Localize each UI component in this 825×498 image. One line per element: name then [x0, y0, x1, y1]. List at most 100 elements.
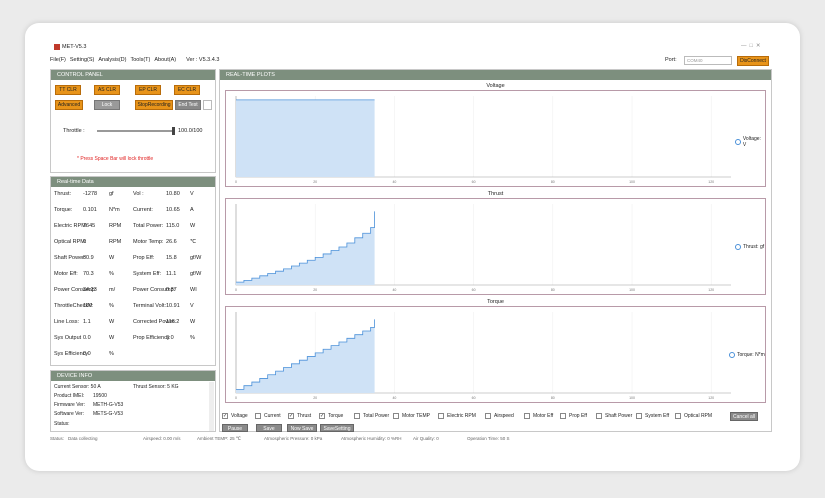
rt-cell: Motor Temp: [133, 239, 164, 245]
firmware-label: Firmware Ver: [54, 402, 86, 408]
x-tick-label: 20 [313, 288, 317, 292]
throttle-slider-knob[interactable] [172, 127, 175, 135]
rt-cell: Thrust: [54, 191, 72, 197]
x-tick-label: 60 [472, 288, 476, 292]
chart-title: Voltage [486, 83, 505, 89]
cancel-all-button[interactable]: Cancel all [730, 412, 758, 421]
ec-clr-button[interactable]: EC CLR [174, 85, 200, 95]
advanced-button[interactable]: Advanced [55, 100, 83, 110]
x-tick-label: 60 [472, 396, 476, 400]
x-tick-label: 0 [235, 396, 237, 400]
rt-cell: % [109, 271, 114, 277]
checkbox-icon[interactable]: ✓ [222, 413, 228, 419]
rt-cell: gf/W [190, 255, 202, 261]
checkbox-icon[interactable] [596, 413, 602, 419]
rt-cell: 26.6 [166, 239, 177, 245]
window-controls[interactable]: — □ ✕ [741, 43, 761, 49]
pause-button[interactable]: Pause [222, 424, 248, 432]
checkbox-label: Voltage [231, 413, 248, 419]
device-info-panel: DEVICE INFO Current Sensor: 50 A Thrust … [50, 370, 216, 432]
status-bar: Status: Data collecting Airspeed: 0.00 m… [46, 435, 776, 443]
x-tick-label: 80 [551, 396, 555, 400]
x-tick-label: 120 [708, 180, 714, 184]
ep-clr-button[interactable]: EP CLR [135, 85, 161, 95]
series-checkbox[interactable]: ✓ Thrust [288, 413, 311, 419]
checkbox-icon[interactable] [560, 413, 566, 419]
legend-circle-icon [735, 139, 741, 145]
device-scrollbar[interactable] [209, 382, 214, 431]
legend-label: Thrust: gf [743, 244, 765, 250]
rt-cell: Prop Eff: [133, 255, 155, 261]
x-tick-label: 100 [629, 288, 635, 292]
legend-circle-icon [735, 244, 741, 250]
as-clr-button[interactable]: AS CLR [94, 85, 120, 95]
legend-label: Voltage: V [742, 136, 761, 148]
series-checkbox[interactable]: System Eff [636, 413, 669, 419]
menu-item-1[interactable]: Setting(S) [70, 57, 94, 63]
menu-item-2[interactable]: Analysis(D) [98, 57, 126, 63]
series-checkbox[interactable]: Current [255, 413, 281, 419]
series-checkbox[interactable]: Total Power [354, 413, 389, 419]
series-checkbox[interactable]: Motor TEMP [393, 413, 430, 419]
disconnect-button[interactable]: DisConnect [737, 56, 769, 66]
menu-item-4[interactable]: About(A) [154, 57, 176, 63]
rt-cell: 15.8 [166, 255, 177, 261]
checkbox-icon[interactable] [636, 413, 642, 419]
rt-cell: Shaft Power: [54, 255, 86, 261]
checkbox-icon[interactable] [255, 413, 261, 419]
airspeed-status: Airspeed: 0.00 m/s [143, 436, 181, 441]
save-setting-button[interactable]: SaveSetting [320, 424, 354, 432]
checkbox-icon[interactable] [393, 413, 399, 419]
stop-recording-button[interactable]: StopRecording [135, 100, 173, 110]
checkbox-icon[interactable] [675, 413, 681, 419]
tt-clr-button[interactable]: TT CLR [55, 85, 81, 95]
checkbox-label: Motor Eff [533, 413, 554, 419]
rt-cell: W [109, 319, 115, 325]
control-panel-title: CONTROL PANEL [51, 70, 215, 80]
checkbox-icon[interactable] [438, 413, 444, 419]
series-checkbox[interactable]: ✓ Torque [319, 413, 343, 419]
chart-legend[interactable]: Torque: N*m [729, 352, 765, 358]
plots-panel: REAL-TIME PLOTS Voltage 0 20 40 60 80 100 120 Vo… [219, 69, 772, 432]
rt-cell: 70.3 [83, 271, 94, 277]
rt-cell: 0.0 [83, 351, 91, 357]
series-checkbox[interactable]: Prop Eff [560, 413, 587, 419]
window-title: MET-V5.3 [62, 44, 87, 50]
device-status-label: Status: [54, 421, 70, 427]
checkbox-icon[interactable] [524, 413, 530, 419]
series-checkbox[interactable]: Airspeed [485, 413, 514, 419]
x-tick-label: 0 [235, 288, 237, 292]
save-button[interactable]: Save [256, 424, 282, 432]
chart-svg: 0 20 40 60 80 100 120 [235, 312, 731, 400]
x-tick-label: 20 [313, 396, 317, 400]
series-checkbox[interactable]: Motor Eff [524, 413, 553, 419]
plots-title: REAL-TIME PLOTS [220, 70, 771, 80]
series-checkbox[interactable]: Optical RPM [675, 413, 712, 419]
now-save-button[interactable]: Now Save [287, 424, 317, 432]
menu-item-0[interactable]: File(F) [50, 57, 66, 63]
series-checkbox[interactable]: Shaft Power [596, 413, 632, 419]
chart-legend[interactable]: Voltage: V [735, 136, 765, 148]
port-select[interactable]: COM40 [684, 56, 732, 65]
throttle-slider[interactable] [97, 127, 175, 135]
checkbox-icon[interactable] [485, 413, 491, 419]
rt-cell: 0.0 [83, 335, 91, 341]
chart-legend[interactable]: Thrust: gf [735, 244, 764, 250]
checkbox-icon[interactable] [354, 413, 360, 419]
throttle-value: 100.0/100 [178, 128, 203, 134]
control-panel: CONTROL PANEL TT CLR AS CLR EP CLR EC CL… [50, 69, 216, 173]
app-window: MET-V5.3 — □ ✕ File(F) Setting(S) Analysis… [46, 40, 776, 444]
checkbox-icon[interactable]: ✓ [319, 413, 325, 419]
series-checkbox[interactable]: Electric RPM [438, 413, 476, 419]
series-checkbox[interactable]: ✓ Voltage [222, 413, 248, 419]
end-test-button[interactable]: End Test [175, 100, 201, 110]
rt-cell: 0.37 [166, 287, 177, 293]
realtime-data-title: Real-time Data [51, 177, 215, 187]
rt-cell: W [109, 255, 115, 261]
rt-cell: gf/W [190, 271, 202, 277]
menu-bar: File(F) Setting(S) Analysis(D) Tools(T) Abou… [50, 57, 219, 63]
lock-button[interactable]: Lock [94, 100, 120, 110]
rt-cell: W [109, 335, 115, 341]
checkbox-icon[interactable]: ✓ [288, 413, 294, 419]
menu-item-3[interactable]: Tools(T) [130, 57, 150, 63]
